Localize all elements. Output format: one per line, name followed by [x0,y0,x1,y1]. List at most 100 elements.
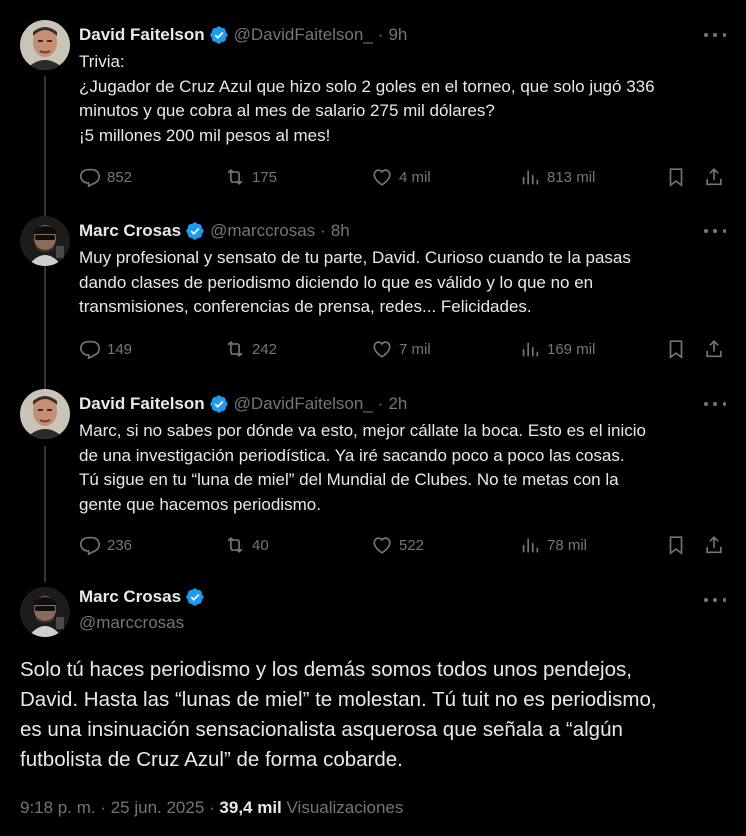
verified-badge-icon [209,25,229,45]
heart-icon [373,341,391,358]
repost-icon [227,340,243,358]
avatar[interactable] [20,216,70,266]
share-icon [706,340,722,358]
views-label: Visualizaciones [281,798,404,817]
like-count: 7 mil [399,340,431,358]
views-button[interactable]: 813 mil [519,166,595,188]
tweet-text-line: de una investigación periodística. Ya ir… [79,445,625,465]
like-button[interactable]: 522 [371,534,424,556]
views-chart-icon [522,538,539,553]
tweet-1[interactable]: David Faitelson @DavidFaitelson_ · 9h Tr… [0,20,746,200]
tweet-text: Muy profesional y sensato de tu parte, D… [79,246,729,320]
share-button[interactable] [703,534,725,556]
views-count: 813 mil [547,168,596,186]
reply-button[interactable]: 852 [79,166,132,188]
more-options-icon[interactable] [704,395,726,413]
reply-icon [80,168,100,188]
tweet-header: David Faitelson @DavidFaitelson_ · 2h [79,391,407,417]
verified-badge-icon [209,394,229,414]
author-handle[interactable]: @DavidFaitelson_ [234,394,373,414]
like-count: 4 mil [399,168,431,186]
author-name[interactable]: Marc Crosas [79,587,181,607]
tweet-time[interactable]: 9h [388,25,407,45]
tweet-text-line: Muy profesional y sensato de tu parte, D… [79,248,631,267]
bookmark-button[interactable] [665,166,687,188]
bookmark-icon [669,168,683,187]
tweet-text-line: gente que hacemos periodismo. [79,494,321,514]
repost-count: 175 [252,168,278,186]
share-button[interactable] [703,338,725,360]
more-options-icon[interactable] [704,222,726,240]
author-handle[interactable]: @marccrosas [210,221,315,241]
more-options-icon[interactable] [704,26,726,44]
views-chart-icon [522,342,539,357]
reply-count: 236 [107,536,133,554]
reply-button[interactable]: 149 [79,338,132,360]
tweet-3[interactable]: David Faitelson @DavidFaitelson_ · 2h Ma… [0,389,746,569]
author-handle[interactable]: @DavidFaitelson_ [234,25,373,45]
repost-count: 40 [252,536,269,554]
tweet-2[interactable]: Marc Crosas @marccrosas · 8h Muy profesi… [0,216,746,366]
author-name[interactable]: David Faitelson [79,25,205,45]
tweet-time[interactable]: 8h [331,221,350,241]
author-handle[interactable]: @marccrosas [79,613,184,633]
reply-count: 149 [107,340,133,358]
tweet-text-line: Marc, si no sabes por dónde va esto, mej… [79,421,646,440]
repost-button[interactable]: 40 [224,534,269,556]
reply-button[interactable]: 236 [79,534,132,556]
tweet-text-line: Tú sigue en tu “luna de miel” del Mundia… [79,470,619,489]
tweet-text-line: dando clases de periodismo diciendo lo q… [79,272,594,292]
share-button[interactable] [703,166,725,188]
reply-count: 852 [107,168,133,186]
tweet-text-line: transmisiones, conferencias de prensa, r… [79,297,532,316]
repost-icon [227,168,243,186]
repost-icon [227,536,243,554]
heart-icon [373,169,391,186]
tweet-time[interactable]: 2h [388,394,407,414]
tweet-text: Trivia: ¿Jugador de Cruz Azul que hizo s… [79,50,729,148]
bookmark-icon [669,340,683,359]
share-icon [706,536,722,554]
tweet-actions: 852 175 4 mil 813 mil [79,166,729,190]
tweet-text-line: futbolista de Cruz Azul” de forma cobard… [20,748,403,771]
avatar[interactable] [20,20,70,70]
tweet-actions: 149 242 7 mil 169 mil [79,338,729,362]
author-name[interactable]: David Faitelson [79,394,205,414]
tweet-text-line: ¡5 millones 200 mil pesos al mes! [79,125,331,145]
avatar[interactable] [20,389,70,439]
tweet-timestamp[interactable]: 9:18 p. m. · 25 jun. 2025 · [20,798,219,817]
repost-button[interactable]: 175 [224,166,277,188]
like-button[interactable]: 4 mil [371,166,431,188]
tweet-text-line: David. Hasta las “lunas de miel” te mole… [20,688,657,711]
repost-button[interactable]: 242 [224,338,277,360]
tweet-header: David Faitelson @DavidFaitelson_ · 9h [79,22,407,48]
views-button[interactable]: 169 mil [519,338,595,360]
views-count: 169 mil [547,340,596,358]
tweet-text-line: Solo tú haces periodismo y los demás som… [20,658,632,681]
like-button[interactable]: 7 mil [371,338,431,360]
tweet-actions: 236 40 522 78 mil [79,534,729,558]
bookmark-button[interactable] [665,534,687,556]
tweet-text-line: ¿Jugador de Cruz Azul que hizo solo 2 go… [79,76,655,96]
bookmark-button[interactable] [665,338,687,360]
main-tweet-text: Solo tú haces periodismo y los demás som… [20,655,730,775]
repost-count: 242 [252,340,278,358]
views-total: 39,4 mil [219,798,282,817]
views-chart-icon [522,170,539,185]
tweet-text: Marc, si no sabes por dónde va esto, mej… [79,419,729,517]
tweet-text-line: Trivia: [79,52,125,71]
views-button[interactable]: 78 mil [519,534,587,556]
verified-badge-icon [185,587,205,607]
main-author: Marc Crosas [79,587,210,607]
avatar[interactable] [20,587,70,637]
tweet-text-line: es una insinuación sensacionalista asque… [20,718,623,741]
more-options-icon[interactable] [704,591,726,609]
tweet-text-line: minutos y que cobra al mes de salario 27… [79,101,495,120]
tweet-header: Marc Crosas @marccrosas · 8h [79,218,350,244]
main-tweet: Marc Crosas @marccrosas Solo tú haces pe… [0,587,746,827]
views-count: 78 mil [547,536,588,554]
reply-icon [80,340,100,360]
heart-icon [373,537,391,554]
author-name[interactable]: Marc Crosas [79,221,181,241]
separator-dot: · [377,25,384,44]
